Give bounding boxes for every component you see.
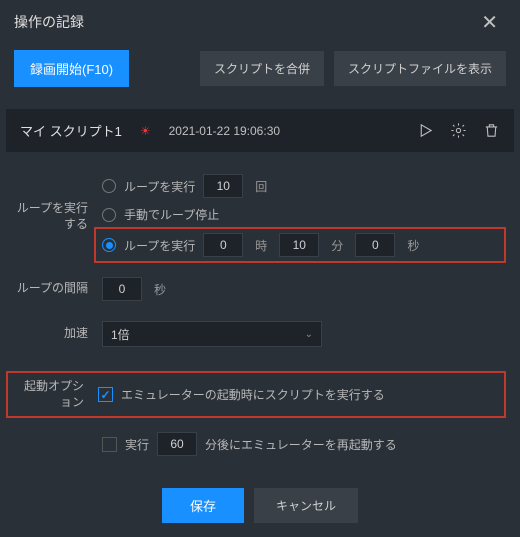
run-after-unit: 分後にエミュレーターを再起動する — [205, 436, 397, 453]
minutes-input[interactable] — [279, 233, 319, 257]
show-file-button[interactable]: スクリプトファイルを表示 — [334, 51, 506, 86]
interval-input[interactable] — [102, 277, 142, 301]
record-button[interactable]: 録画開始(F10) — [14, 50, 129, 87]
close-icon[interactable]: ✕ — [473, 6, 506, 39]
save-button[interactable]: 保存 — [162, 488, 244, 523]
run-after-input[interactable] — [157, 432, 197, 456]
radio-manual-stop[interactable] — [102, 208, 116, 222]
count-unit: 回 — [255, 178, 267, 195]
loop-time-label: ループを実行 — [124, 237, 195, 254]
trash-icon[interactable] — [483, 122, 500, 139]
hours-unit: 時 — [255, 237, 267, 254]
loop-interval-label: ループの間隔 — [14, 281, 102, 297]
seconds-unit: 秒 — [407, 237, 419, 254]
gear-icon[interactable] — [450, 122, 467, 139]
record-indicator-icon: ☀ — [140, 124, 151, 138]
accel-select[interactable]: 1倍 ⌄ — [102, 321, 322, 347]
seconds-input[interactable] — [355, 233, 395, 257]
minutes-unit: 分 — [331, 237, 343, 254]
accel-label: 加速 — [14, 326, 102, 342]
loop-execute-label: ループを実行する — [14, 201, 102, 232]
script-row: マイ スクリプト1 ☀ 2021-01-22 19:06:30 — [6, 109, 514, 152]
radio-loop-time[interactable] — [102, 238, 116, 252]
run-after-checkbox[interactable] — [102, 437, 117, 452]
startup-options-label: 起動オプション — [16, 379, 98, 410]
play-icon[interactable] — [417, 122, 434, 139]
cancel-button[interactable]: キャンセル — [254, 488, 358, 523]
interval-unit: 秒 — [154, 281, 166, 298]
radio-loop-count[interactable] — [102, 179, 116, 193]
window-title: 操作の記録 — [14, 12, 84, 32]
accel-value: 1倍 — [111, 326, 130, 343]
hours-input[interactable] — [203, 233, 243, 257]
script-name: マイ スクリプト1 — [20, 121, 122, 140]
loop-count-input[interactable] — [203, 174, 243, 198]
run-on-startup-label: エミュレーターの起動時にスクリプトを実行する — [121, 386, 385, 403]
loop-count-label: ループを実行 — [124, 178, 195, 195]
run-after-label: 実行 — [125, 436, 149, 453]
merge-script-button[interactable]: スクリプトを合併 — [200, 51, 324, 86]
timestamp: 2021-01-22 19:06:30 — [169, 124, 280, 138]
manual-stop-label: 手動でループ停止 — [124, 206, 219, 223]
run-on-startup-checkbox[interactable] — [98, 387, 113, 402]
chevron-down-icon: ⌄ — [305, 329, 313, 340]
